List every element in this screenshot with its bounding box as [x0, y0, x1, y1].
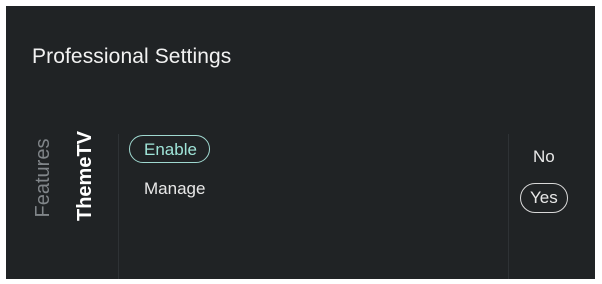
tab-features[interactable]: Features: [31, 137, 55, 219]
menu-item-manage[interactable]: Manage: [144, 178, 205, 200]
column-divider-right: [508, 134, 509, 279]
page-title: Professional Settings: [32, 45, 232, 68]
tv-settings-screen: Professional Settings Features ThemeTV E…: [6, 6, 595, 279]
column-divider-left: [118, 134, 119, 279]
menu-item-enable[interactable]: Enable: [129, 135, 210, 163]
option-no[interactable]: No: [533, 146, 555, 168]
option-yes[interactable]: Yes: [520, 183, 568, 213]
tab-themetv[interactable]: ThemeTV: [73, 131, 97, 221]
